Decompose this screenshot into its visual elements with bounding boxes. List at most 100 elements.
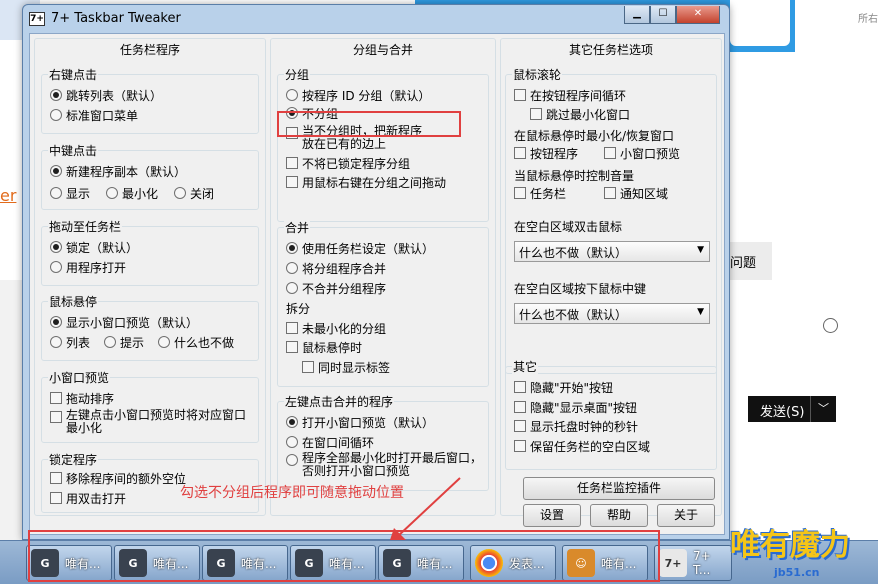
- radio-dot[interactable]: [50, 187, 62, 199]
- radio-dot[interactable]: [50, 336, 62, 348]
- radio-dot[interactable]: [50, 241, 62, 253]
- close-button[interactable]: ✕: [676, 6, 720, 24]
- checkbox[interactable]: [286, 322, 298, 334]
- checkbox[interactable]: [604, 187, 616, 199]
- radio-dot[interactable]: [286, 89, 298, 101]
- check-volume-tray[interactable]: 通知区域: [604, 185, 668, 202]
- checkbox[interactable]: [50, 392, 62, 404]
- left-panel: 任务栏程序 右键点击 跳转列表（默认） 标准窗口菜单 中键点击 新建程序副本（默…: [34, 38, 266, 516]
- maximize-button[interactable]: ☐: [650, 6, 676, 24]
- checkbox[interactable]: [286, 157, 298, 169]
- check-hide-start[interactable]: 隐藏"开始"按钮: [514, 379, 613, 396]
- checkbox[interactable]: [514, 440, 526, 452]
- check-cycle-buttons[interactable]: 在按钮程序间循环: [514, 87, 626, 104]
- check-button-program[interactable]: 按钮程序: [514, 145, 578, 162]
- checkbox[interactable]: [50, 472, 62, 484]
- radio-tooltip[interactable]: 提示: [104, 334, 144, 351]
- check-hover-split[interactable]: 鼠标悬停时: [286, 339, 362, 356]
- option-label: 用鼠标右键在分组之间拖动: [302, 176, 447, 190]
- radio-dot[interactable]: [106, 187, 118, 199]
- help-button[interactable]: 帮助: [590, 504, 648, 527]
- check-hide-desktop[interactable]: 隐藏"显示桌面"按钮: [514, 399, 637, 416]
- check-show-labels[interactable]: 同时显示标签: [302, 359, 390, 376]
- checkbox[interactable]: [286, 341, 298, 353]
- checkbox[interactable]: [514, 420, 526, 432]
- radio-close[interactable]: 关闭: [174, 185, 214, 202]
- option-label: 显示: [66, 187, 91, 201]
- radio-jumplist[interactable]: 跳转列表（默认）: [50, 87, 162, 104]
- radio-standard-menu[interactable]: 标准窗口菜单: [50, 107, 138, 124]
- check-minimize-on-click[interactable]: 左键点击小窗口预览时将对应窗口 最小化: [50, 409, 246, 435]
- radio-dot[interactable]: [50, 109, 62, 121]
- rightclick-label: 右键点击: [48, 66, 99, 83]
- checkbox[interactable]: [514, 147, 526, 159]
- radio-open-with[interactable]: 用程序打开: [50, 259, 126, 276]
- radio-pin[interactable]: 锁定（默认）: [50, 239, 138, 256]
- checkbox[interactable]: [302, 361, 314, 373]
- dbl-label: 在空白区域双击鼠标: [514, 220, 623, 234]
- checkbox[interactable]: [604, 147, 616, 159]
- check-unminimized[interactable]: 未最小化的分组: [286, 320, 386, 337]
- radio-thumb-preview[interactable]: 显示小窗口预览（默认）: [50, 314, 198, 331]
- check-drag-sort[interactable]: 拖动排序: [50, 390, 114, 407]
- check-keep-space[interactable]: 保留任务栏的空白区域: [514, 438, 650, 455]
- radio-dot[interactable]: [286, 416, 298, 428]
- check-skip-minimized[interactable]: 跳过最小化窗口: [530, 106, 630, 123]
- checkbox[interactable]: [530, 108, 542, 120]
- checkbox[interactable]: [514, 401, 526, 413]
- check-right-drag[interactable]: 用鼠标右键在分组之间拖动: [286, 174, 446, 191]
- radio-dot[interactable]: [286, 242, 298, 254]
- dropdown-value: 什么也不做（默认）: [519, 308, 628, 322]
- radio-dot[interactable]: [174, 187, 186, 199]
- radio-dot[interactable]: [50, 316, 62, 328]
- radio-dot[interactable]: [104, 336, 116, 348]
- hover-group: 鼠标悬停 显示小窗口预览（默认） 列表 提示 什么也不做: [41, 293, 259, 361]
- check-remove-gaps[interactable]: 移除程序间的额外空位: [50, 470, 186, 487]
- checkbox[interactable]: [50, 411, 62, 423]
- radio-dot[interactable]: [50, 165, 62, 177]
- dbl-click-dropdown[interactable]: 什么也不做（默认） ▼: [514, 241, 710, 262]
- check-thumb-preview[interactable]: 小窗口预览: [604, 145, 680, 162]
- annotation-text: 勾选不分组后程序即可随意拖动位置: [180, 485, 404, 501]
- checkbox[interactable]: [514, 89, 526, 101]
- radio-show[interactable]: 显示: [50, 185, 90, 202]
- taskbar-item[interactable]: 7+ 7+ T...: [654, 545, 732, 581]
- checkbox[interactable]: [50, 492, 62, 504]
- checkbox[interactable]: [514, 381, 526, 393]
- radio-dot[interactable]: [286, 454, 298, 466]
- radio-dot[interactable]: [158, 336, 170, 348]
- radio-combine[interactable]: 将分组程序合并: [286, 260, 386, 277]
- settings-button[interactable]: 设置: [523, 504, 581, 527]
- minimize-button[interactable]: ▁: [624, 6, 650, 24]
- radio-group-by-id[interactable]: 按程序 ID 分组（默认）: [286, 87, 430, 104]
- radio-dot[interactable]: [50, 89, 62, 101]
- check-clock-seconds[interactable]: 显示托盘时钟的秒针: [514, 418, 638, 435]
- radio-dont-combine[interactable]: 不合并分组程序: [286, 280, 386, 297]
- radio-nothing[interactable]: 什么也不做: [158, 334, 234, 351]
- check-double-click[interactable]: 用双击打开: [50, 490, 126, 507]
- radio-use-taskbar[interactable]: 使用任务栏设定（默认）: [286, 240, 434, 257]
- inspector-button[interactable]: 任务栏监控插件: [523, 477, 715, 500]
- clock-icon[interactable]: [823, 318, 838, 333]
- radio-minimize[interactable]: 最小化: [106, 185, 158, 202]
- option-label: 未最小化的分组: [302, 322, 387, 336]
- radio-dot[interactable]: [50, 261, 62, 273]
- background-link[interactable]: er: [0, 186, 16, 205]
- right-panel-header: 其它任务栏选项: [568, 43, 653, 57]
- about-button[interactable]: 关于: [657, 504, 715, 527]
- checkbox[interactable]: [514, 187, 526, 199]
- radio-dot[interactable]: [286, 436, 298, 448]
- radio-cycle[interactable]: 在窗口间循环: [286, 434, 374, 451]
- radio-new-instance[interactable]: 新建程序副本（默认）: [50, 163, 186, 180]
- checkbox[interactable]: [286, 176, 298, 188]
- check-volume-taskbar[interactable]: 任务栏: [514, 185, 566, 202]
- check-dont-group-pinned[interactable]: 不将已锁定程序分组: [286, 155, 410, 172]
- radio-list[interactable]: 列表: [50, 334, 90, 351]
- radio-open-preview[interactable]: 打开小窗口预览（默认）: [286, 414, 434, 431]
- mid-click-dropdown[interactable]: 什么也不做（默认） ▼: [514, 303, 710, 324]
- title-bar[interactable]: 7+ 7+ Taskbar Tweaker ▁ ☐ ✕: [23, 5, 729, 33]
- radio-dot[interactable]: [286, 282, 298, 294]
- send-options-button[interactable]: ﹀: [810, 396, 836, 422]
- radio-dot[interactable]: [286, 262, 298, 274]
- background-right-panel: [722, 52, 878, 542]
